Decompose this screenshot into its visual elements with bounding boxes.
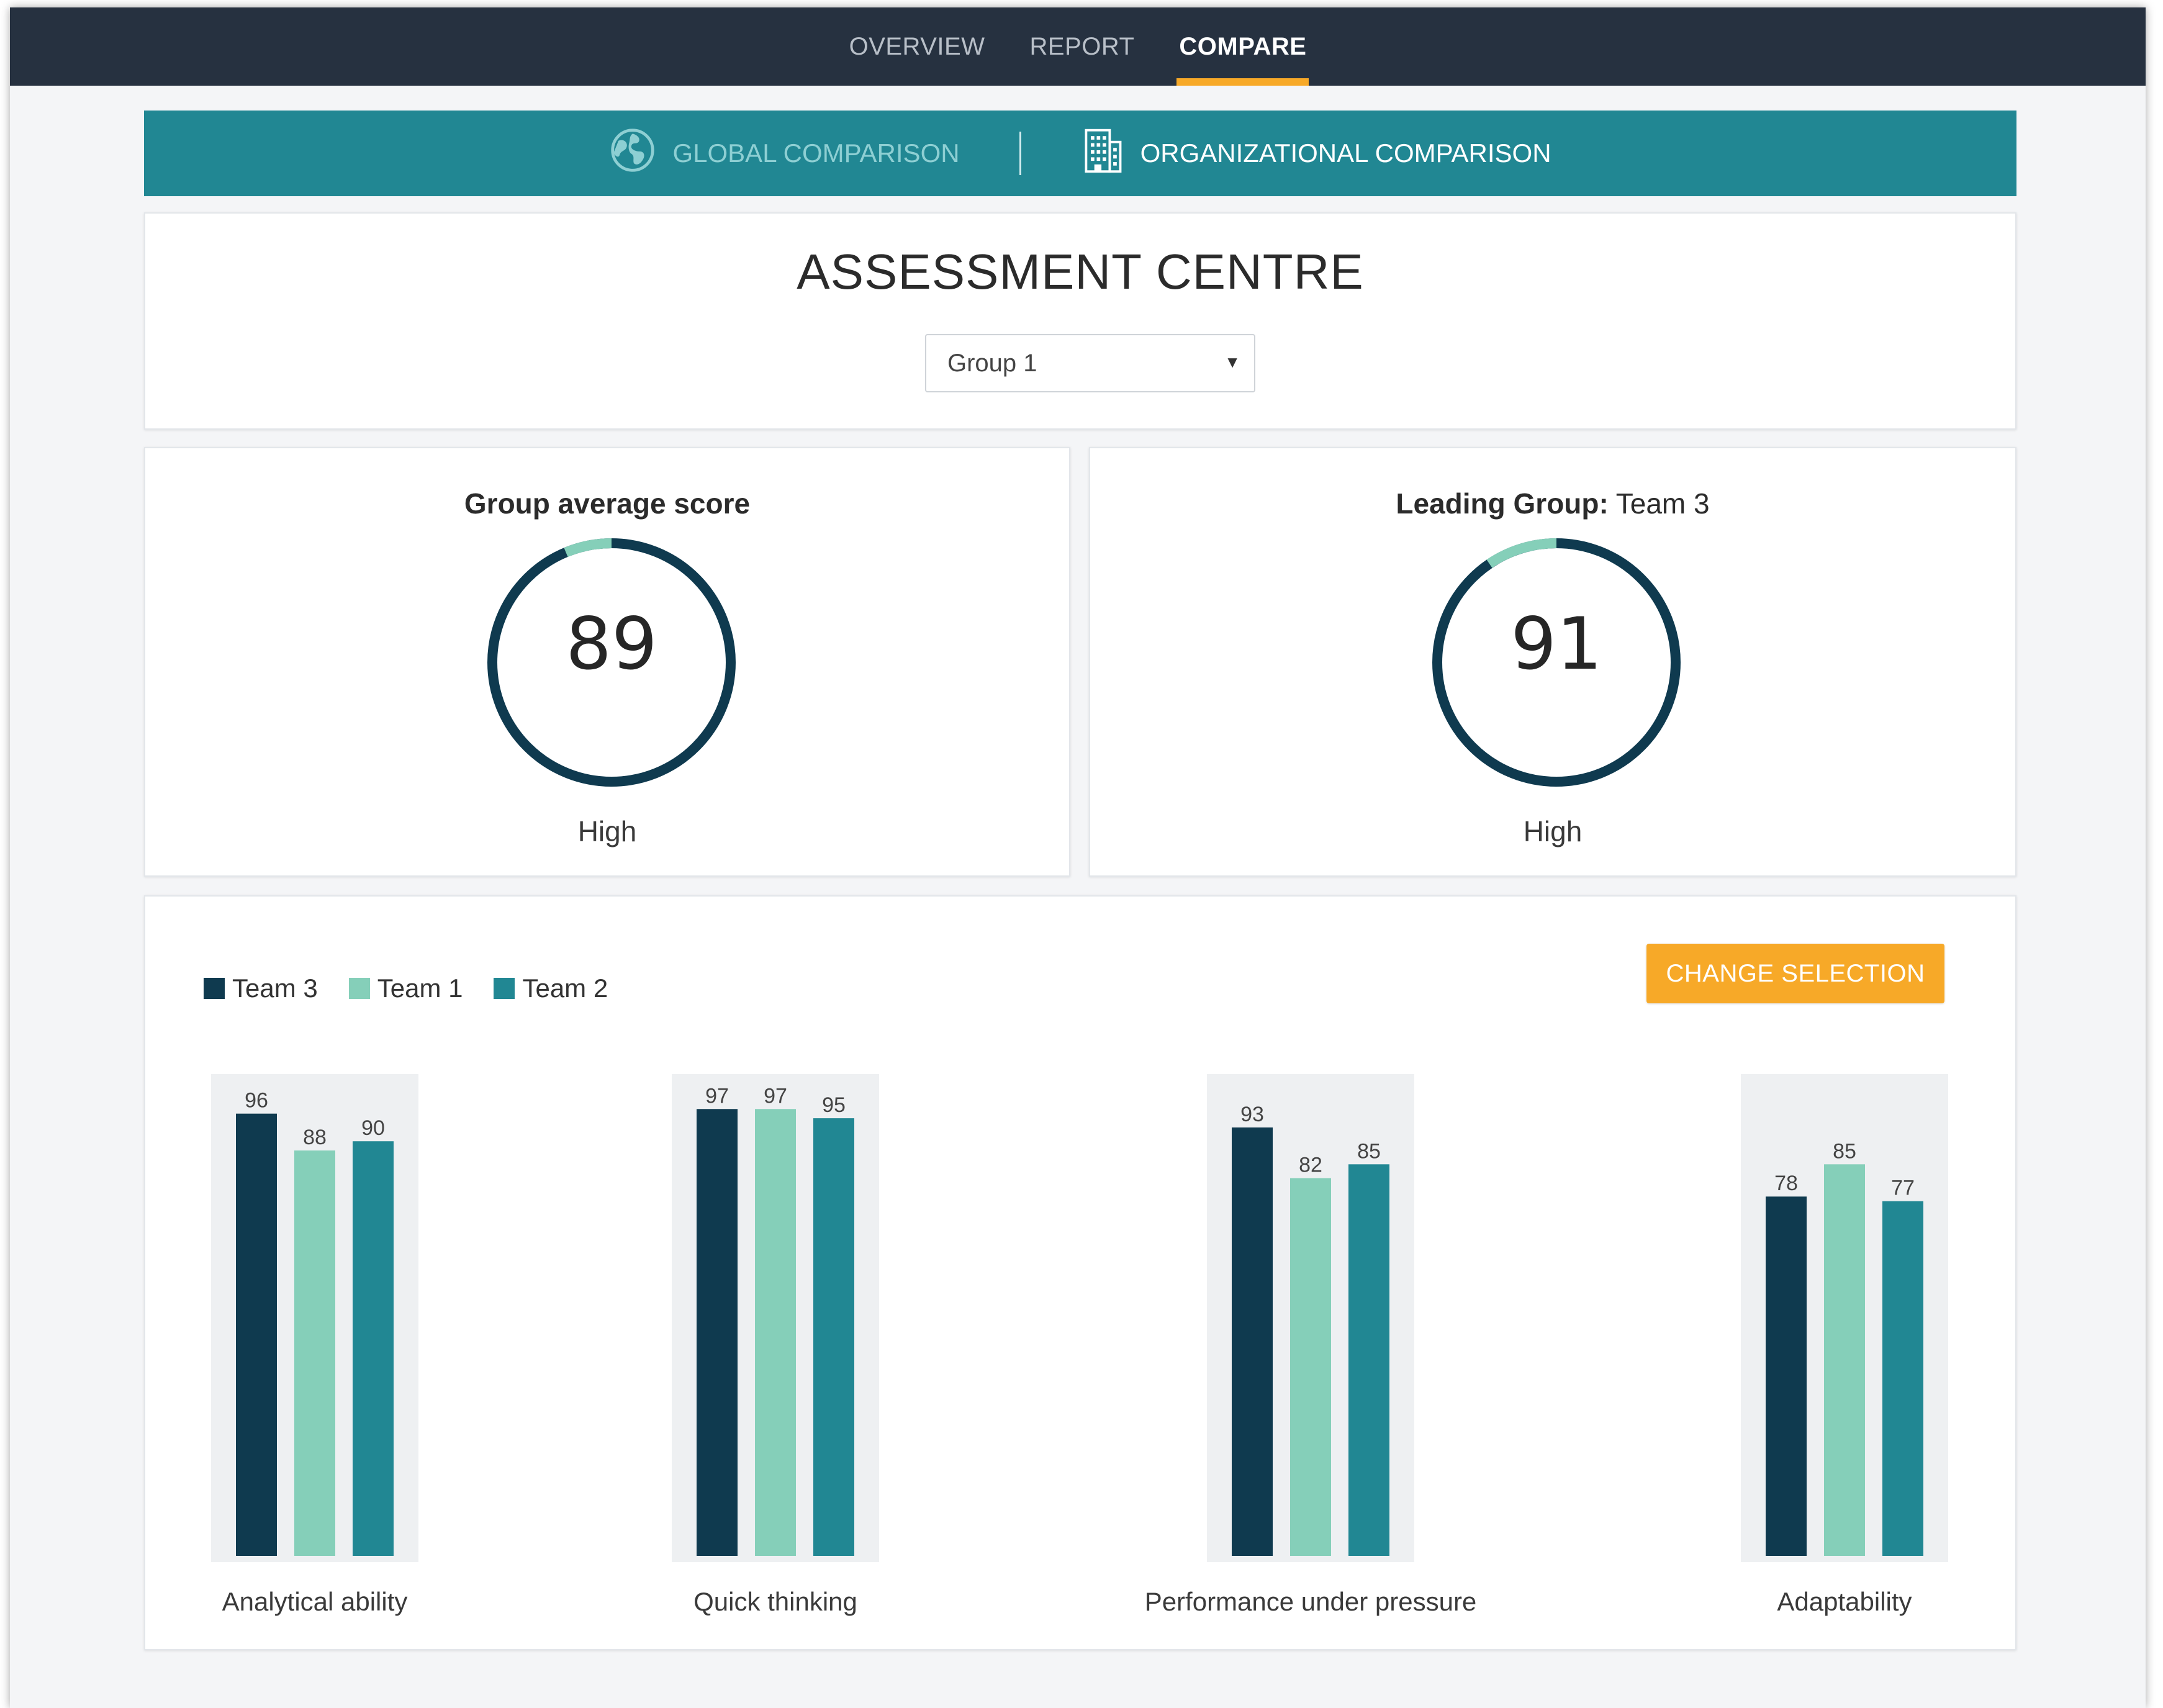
leading-group-value: 91 — [1510, 602, 1602, 686]
nav-overview[interactable]: OVERVIEW — [847, 7, 988, 86]
app-window: OVERVIEW REPORT COMPARE GLOBAL COMPARISO… — [10, 7, 2146, 1708]
bar-team-2-performance-under-pressure — [1348, 1164, 1389, 1556]
building-icon — [1081, 127, 1124, 180]
bar-value-label: 77 — [1891, 1177, 1915, 1200]
bar-team-3-quick-thinking — [697, 1109, 738, 1556]
bar-value-label: 90 — [361, 1116, 385, 1140]
bar-chart: 96 88 90 97 97 95 93 82 85 78 85 77 — [211, 1074, 1948, 1562]
tab-divider — [1019, 132, 1021, 175]
group-average-title: Group average score — [464, 487, 751, 520]
category-label-performance-under-pressure: Performance under pressure — [1144, 1587, 1477, 1616]
leading-group-title: Leading Group: Team 3 — [1396, 487, 1710, 520]
category-label-quick-thinking: Quick thinking — [693, 1587, 857, 1616]
bar-team-1-performance-under-pressure — [1290, 1178, 1331, 1556]
comparison-tabs: GLOBAL COMPARISON ORGANIZATIONAL COMPARI… — [144, 111, 2016, 196]
bar-team-2-adaptability — [1882, 1201, 1923, 1556]
leading-group-level: High — [1523, 815, 1583, 847]
bar-value-label: 95 — [822, 1093, 846, 1117]
bar-value-label: 78 — [1774, 1172, 1798, 1195]
page-title: ASSESSMENT CENTRE — [797, 244, 1364, 299]
nav-compare[interactable]: COMPARE — [1176, 7, 1309, 86]
tab-organizational-comparison[interactable]: ORGANIZATIONAL COMPARISON — [1081, 127, 1551, 180]
bar-team-1-quick-thinking — [755, 1109, 796, 1556]
bar-team-1-adaptability — [1824, 1164, 1865, 1556]
bar-team-3-performance-under-pressure — [1232, 1127, 1273, 1556]
bar-value-label: 82 — [1299, 1154, 1322, 1177]
bar-team-2-analytical-ability — [353, 1141, 394, 1556]
bar-value-label: 93 — [1240, 1103, 1264, 1126]
group-average-level: High — [577, 815, 637, 847]
category-label-analytical-ability: Analytical ability — [222, 1587, 408, 1616]
caret-down-icon: ▼ — [1224, 353, 1240, 371]
bar-team-3-adaptability — [1766, 1196, 1807, 1556]
chart-card: Team 3 Team 1 Team 2 CHANGE SELECTION 96… — [144, 895, 2016, 1650]
bar-team-3-analytical-ability — [236, 1113, 277, 1556]
bar-value-label: 97 — [705, 1084, 729, 1108]
bar-value-label: 85 — [1833, 1139, 1856, 1163]
tab-global-comparison[interactable]: GLOBAL COMPARISON — [609, 127, 960, 180]
title-card: ASSESSMENT CENTRE Group 1 ▼ — [144, 212, 2016, 430]
bar-value-label: 97 — [764, 1084, 787, 1108]
bar-team-2-quick-thinking — [813, 1118, 854, 1556]
tab-global-label: GLOBAL COMPARISON — [672, 138, 960, 168]
bar-value-label: 85 — [1357, 1139, 1381, 1163]
group-select-value: Group 1 — [947, 349, 1037, 377]
globe-icon — [609, 127, 656, 180]
group-average-card: Group average score 89 High — [144, 447, 1070, 877]
nav-report[interactable]: REPORT — [1027, 7, 1137, 86]
score-ring-leading-group: 91 — [1429, 535, 1684, 790]
leading-group-card: Leading Group: Team 3 91 High — [1089, 447, 2016, 877]
tab-org-label: ORGANIZATIONAL COMPARISON — [1140, 138, 1551, 168]
bar-team-1-analytical-ability — [294, 1150, 335, 1556]
bar-value-label: 88 — [303, 1126, 327, 1149]
leading-group-name: Team 3 — [1608, 487, 1710, 520]
group-average-value: 89 — [566, 602, 657, 686]
top-navigation: OVERVIEW REPORT COMPARE — [10, 7, 2146, 86]
bar-value-label: 96 — [245, 1089, 268, 1113]
score-ring-group-average: 89 — [484, 535, 739, 790]
group-select[interactable]: Group 1 ▼ — [925, 334, 1255, 392]
category-label-adaptability: Adaptability — [1777, 1587, 1912, 1616]
